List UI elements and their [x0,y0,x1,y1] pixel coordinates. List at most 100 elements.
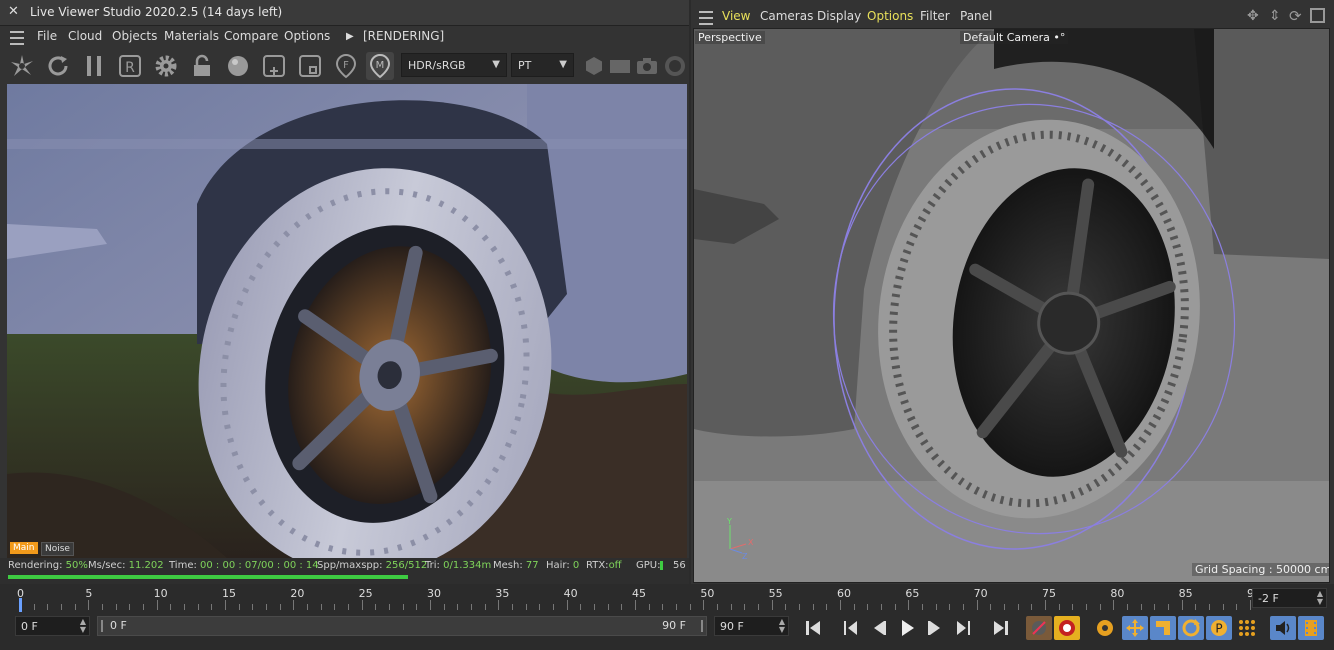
stepper-icon[interactable]: ▲ ▼ [1317,590,1323,606]
stepper-icon[interactable]: ▲ ▼ [80,618,86,634]
timeline-tick [635,600,636,610]
end-frame-field[interactable]: 90 F ▲ ▼ [714,616,789,636]
close-icon[interactable]: ✕ [8,4,22,19]
camera-icon[interactable] [633,52,661,80]
timeline-tick-label: 30 [427,587,441,600]
menu-file[interactable]: File [37,29,57,43]
render-status-bar: Main Noise Rendering: 50% Ms/sec: 11.202… [0,542,689,584]
timeline-tick [279,604,281,610]
timeline-tick [840,600,841,610]
material-picker-icon[interactable]: M [366,52,394,80]
sphere-icon[interactable] [661,52,689,80]
auto-key-button[interactable] [1054,616,1080,640]
color-space-select[interactable]: HDR/sRGB ▼ [401,53,507,77]
previous-key-button[interactable] [838,616,864,640]
move-view-icon[interactable]: ✥ [1247,8,1259,24]
menu-objects[interactable]: Objects [112,29,157,43]
timeline-tick [566,600,568,610]
window-title: Live Viewer Studio 2020.2.5 (14 days lef… [30,5,283,19]
rendered-wheel-image [7,84,687,558]
tab-main[interactable]: Main [10,542,38,554]
settings-gear-icon[interactable] [152,52,180,80]
scale-key-button[interactable] [1150,616,1176,640]
rotation-key-button[interactable] [1178,616,1204,640]
play-button[interactable] [894,616,920,640]
current-frame-field[interactable]: -2 F ▲ ▼ [1252,588,1327,608]
menu-options[interactable]: Options [867,9,913,23]
timeline-tick [1195,604,1197,610]
next-key-button[interactable] [950,616,976,640]
stepper-icon[interactable]: ▲ ▼ [779,618,785,634]
menu-options[interactable]: Options [284,29,330,43]
timeline-tick [703,600,705,610]
projection-label[interactable]: Perspective [695,31,765,44]
keyframe-selection-button[interactable] [1092,616,1118,640]
gpu-value: 56 [673,560,686,571]
clear-region-icon[interactable] [296,52,324,80]
parameter-key-button[interactable]: P [1206,616,1232,640]
tab-noise[interactable]: Noise [41,542,74,556]
focus-picker-icon[interactable]: F [332,52,360,80]
timeline-tick [430,600,431,610]
start-frame-field[interactable]: 0 F ▲ ▼ [15,616,90,636]
range-slider[interactable]: 0 F 90 F [97,616,707,636]
menu-filter[interactable]: Filter [920,9,950,23]
hexagon-icon[interactable] [580,52,608,80]
clay-mode-icon[interactable] [606,52,634,80]
menu-compare[interactable]: Compare [224,29,278,43]
next-frame-button[interactable] [922,616,948,640]
menu-view[interactable]: View [722,9,750,23]
menu-cloud[interactable]: Cloud [68,29,102,43]
menu-materials[interactable]: Materials [164,29,219,43]
timeline-tick [1058,604,1060,610]
timeline-tick [1004,604,1005,610]
render-output-image[interactable] [7,84,687,558]
material-sphere-icon[interactable] [224,52,252,80]
timeline-tick [525,604,527,610]
timeline-tick [607,604,609,610]
point-level-key-button[interactable] [1234,616,1260,640]
go-to-start-button[interactable] [800,616,826,640]
viewport-canvas[interactable]: Y Z X Perspective Default Camera •° Grid… [693,28,1330,583]
hamburger-menu-icon[interactable] [10,31,24,45]
restart-render-icon[interactable] [44,52,72,80]
pause-render-icon[interactable] [80,52,108,80]
timeline-tick [689,604,691,610]
menu-panel[interactable]: Panel [960,9,992,23]
menu-display[interactable]: Display [817,9,861,23]
timeline-tick [908,600,910,610]
position-key-button[interactable] [1122,616,1148,640]
send-scene-icon[interactable] [8,52,36,80]
rendering-value: 50% [65,560,88,571]
timeline-tick [1127,604,1128,610]
range-handle-right[interactable] [701,620,703,632]
timeline-tick [471,604,472,610]
menu-cameras[interactable]: Cameras [760,9,813,23]
sound-scrubbing-button[interactable] [1270,616,1296,640]
previous-frame-button[interactable] [866,616,892,640]
hamburger-menu-icon[interactable] [699,11,713,25]
svg-text:F: F [343,60,349,71]
timeline-ruler[interactable]: 051015202530354045505560657075808590 [8,584,1261,612]
timeline-tick [553,604,554,610]
film-strip-button[interactable] [1298,616,1324,640]
camera-label[interactable]: Default Camera •° [960,31,1069,44]
rotate-view-icon[interactable]: ⟳ [1289,7,1302,25]
timeline-tick-label: 60 [837,587,851,600]
viewport-menu-bar: View Cameras Display Options Filter Pane… [691,6,1334,28]
range-handle-left[interactable] [101,620,103,632]
timeline-tick [74,604,76,610]
mesh-value: 77 [525,560,539,571]
lock-icon[interactable] [188,52,216,80]
kernel-select[interactable]: PT ▼ [511,53,574,77]
timeline-tick [102,604,103,610]
go-to-end-button[interactable] [988,616,1014,640]
record-active-button[interactable] [1026,616,1052,640]
maximize-view-icon[interactable] [1310,8,1325,23]
region-render-icon[interactable]: R [116,52,144,80]
add-region-icon[interactable] [260,52,288,80]
start-frame-value: 0 F [21,620,38,633]
zoom-view-icon[interactable]: ⇕ [1269,8,1281,24]
playhead[interactable] [19,598,22,612]
live-viewer-toolbar: R F M HDR/sRGB ▼ PT ▼ [0,48,689,84]
